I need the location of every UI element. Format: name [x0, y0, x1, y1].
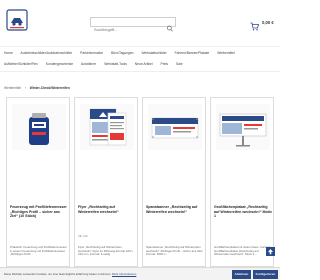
search-input[interactable]	[91, 25, 165, 34]
shop-logo-icon[interactable]	[6, 9, 28, 31]
nav-item-autofahrer[interactable]: Autofahrer	[81, 62, 96, 66]
cookie-configure-button[interactable]: Konfigurieren	[253, 270, 278, 279]
breadcrumb-parent[interactable]: Werbemittel	[4, 86, 21, 90]
main-navigation: Home Ausfahrtsschilder/Autobahnschilder …	[0, 46, 280, 72]
product-card[interactable]: Spannbanner „Rechtzeitig auf Winterreife…	[142, 97, 206, 267]
cookie-text: Diese Website verwendet Cookies, um eine…	[4, 272, 112, 276]
nav-item-werbemittel[interactable]: Werbemittel	[217, 51, 235, 55]
product-title[interactable]: Großflächenplakat „Rechtzeitig auf Winte…	[214, 205, 272, 219]
nav-item-buero[interactable]: Büro/Tagungen	[111, 51, 133, 55]
product-title[interactable]: Feuerzeug mit Profiltiefenmesser „Richti…	[10, 205, 68, 219]
nav-item-ausfahrtsschilder[interactable]: Ausfahrtsschilder/Autobahnschilder	[21, 51, 73, 55]
breadcrumb-separator: ›	[24, 86, 26, 90]
cart-total[interactable]: 0,00 €	[262, 20, 274, 25]
nav-item-fahnen[interactable]: Fahnen/Banner/Plakate	[175, 51, 210, 55]
nav-item-aufkleber[interactable]: Aufkleber/Schilder/Flex	[4, 62, 38, 66]
search-box	[90, 17, 176, 34]
nav-row-1: Home Ausfahrtsschilder/Autobahnschilder …	[4, 51, 242, 55]
cookie-more-info-link[interactable]: Mehr Informationen	[112, 272, 136, 276]
cart-icon[interactable]	[250, 18, 260, 31]
nav-item-parkinformation[interactable]: Parkinformation	[80, 51, 103, 55]
nav-item-neue-artikel[interactable]: Neue Artikel	[135, 62, 153, 66]
nav-item-kundengeschenke[interactable]: Kundengeschenke	[46, 62, 73, 66]
product-description: Praktisch: Feuerzeug und Profiltiefenmes…	[10, 245, 67, 257]
search-icon[interactable]	[166, 19, 174, 32]
product-description: Flyer „Rechtzeitig auf Winterreifen wech…	[78, 245, 133, 257]
product-image[interactable]	[148, 104, 202, 150]
product-grid: Feuerzeug mit Profiltiefenmesser „Richti…	[6, 97, 276, 267]
product-image[interactable]	[12, 104, 66, 150]
nav-item-werkstatt-tools[interactable]: Werkstatt-Tools	[104, 62, 127, 66]
cookie-decline-button[interactable]: Ablehnen	[232, 270, 251, 279]
nav-item-werkstattschilder[interactable]: Werkstattschilder	[141, 51, 166, 55]
product-title[interactable]: Flyer „Rechtzeitig auf Winterreifen wech…	[78, 205, 136, 214]
site-header: 0,00 €	[0, 0, 280, 42]
product-description: Spannbanner „Rechtzeitig auf Winterreife…	[146, 245, 203, 257]
arrow-up-icon[interactable]	[266, 247, 275, 256]
product-card[interactable]: Großflächenplakat „Rechtzeitig auf Winte…	[210, 97, 274, 267]
product-card[interactable]: Feuerzeug mit Profiltiefenmesser „Richti…	[6, 97, 70, 267]
nav-item-sale[interactable]: Sale	[176, 62, 183, 66]
nav-item-home[interactable]: Home	[4, 51, 13, 55]
product-card[interactable]: Flyer „Rechtzeitig auf Winterreifen wech…	[74, 97, 138, 267]
cookie-banner: Diese Website verwendet Cookies, um eine…	[0, 267, 280, 280]
product-title[interactable]: Spannbanner „Rechtzeitig auf Winterreife…	[146, 205, 204, 214]
breadcrumb: Werbemittel › Winter-Check/Winterreifen	[4, 86, 70, 90]
product-image[interactable]	[216, 104, 270, 150]
product-meta: VE: 100	[78, 235, 88, 238]
cookie-message: Diese Website verwendet Cookies, um eine…	[4, 272, 136, 276]
nav-row-2: Aufkleber/Schilder/Flex Kundengeschenke …	[4, 62, 190, 66]
product-description: Großflächenplakat mit vielen Ideen. Cart…	[214, 245, 271, 257]
nav-item-preis[interactable]: Preis	[161, 62, 169, 66]
breadcrumb-current: Winter-Check/Winterreifen	[29, 86, 70, 90]
product-image[interactable]	[80, 104, 134, 150]
